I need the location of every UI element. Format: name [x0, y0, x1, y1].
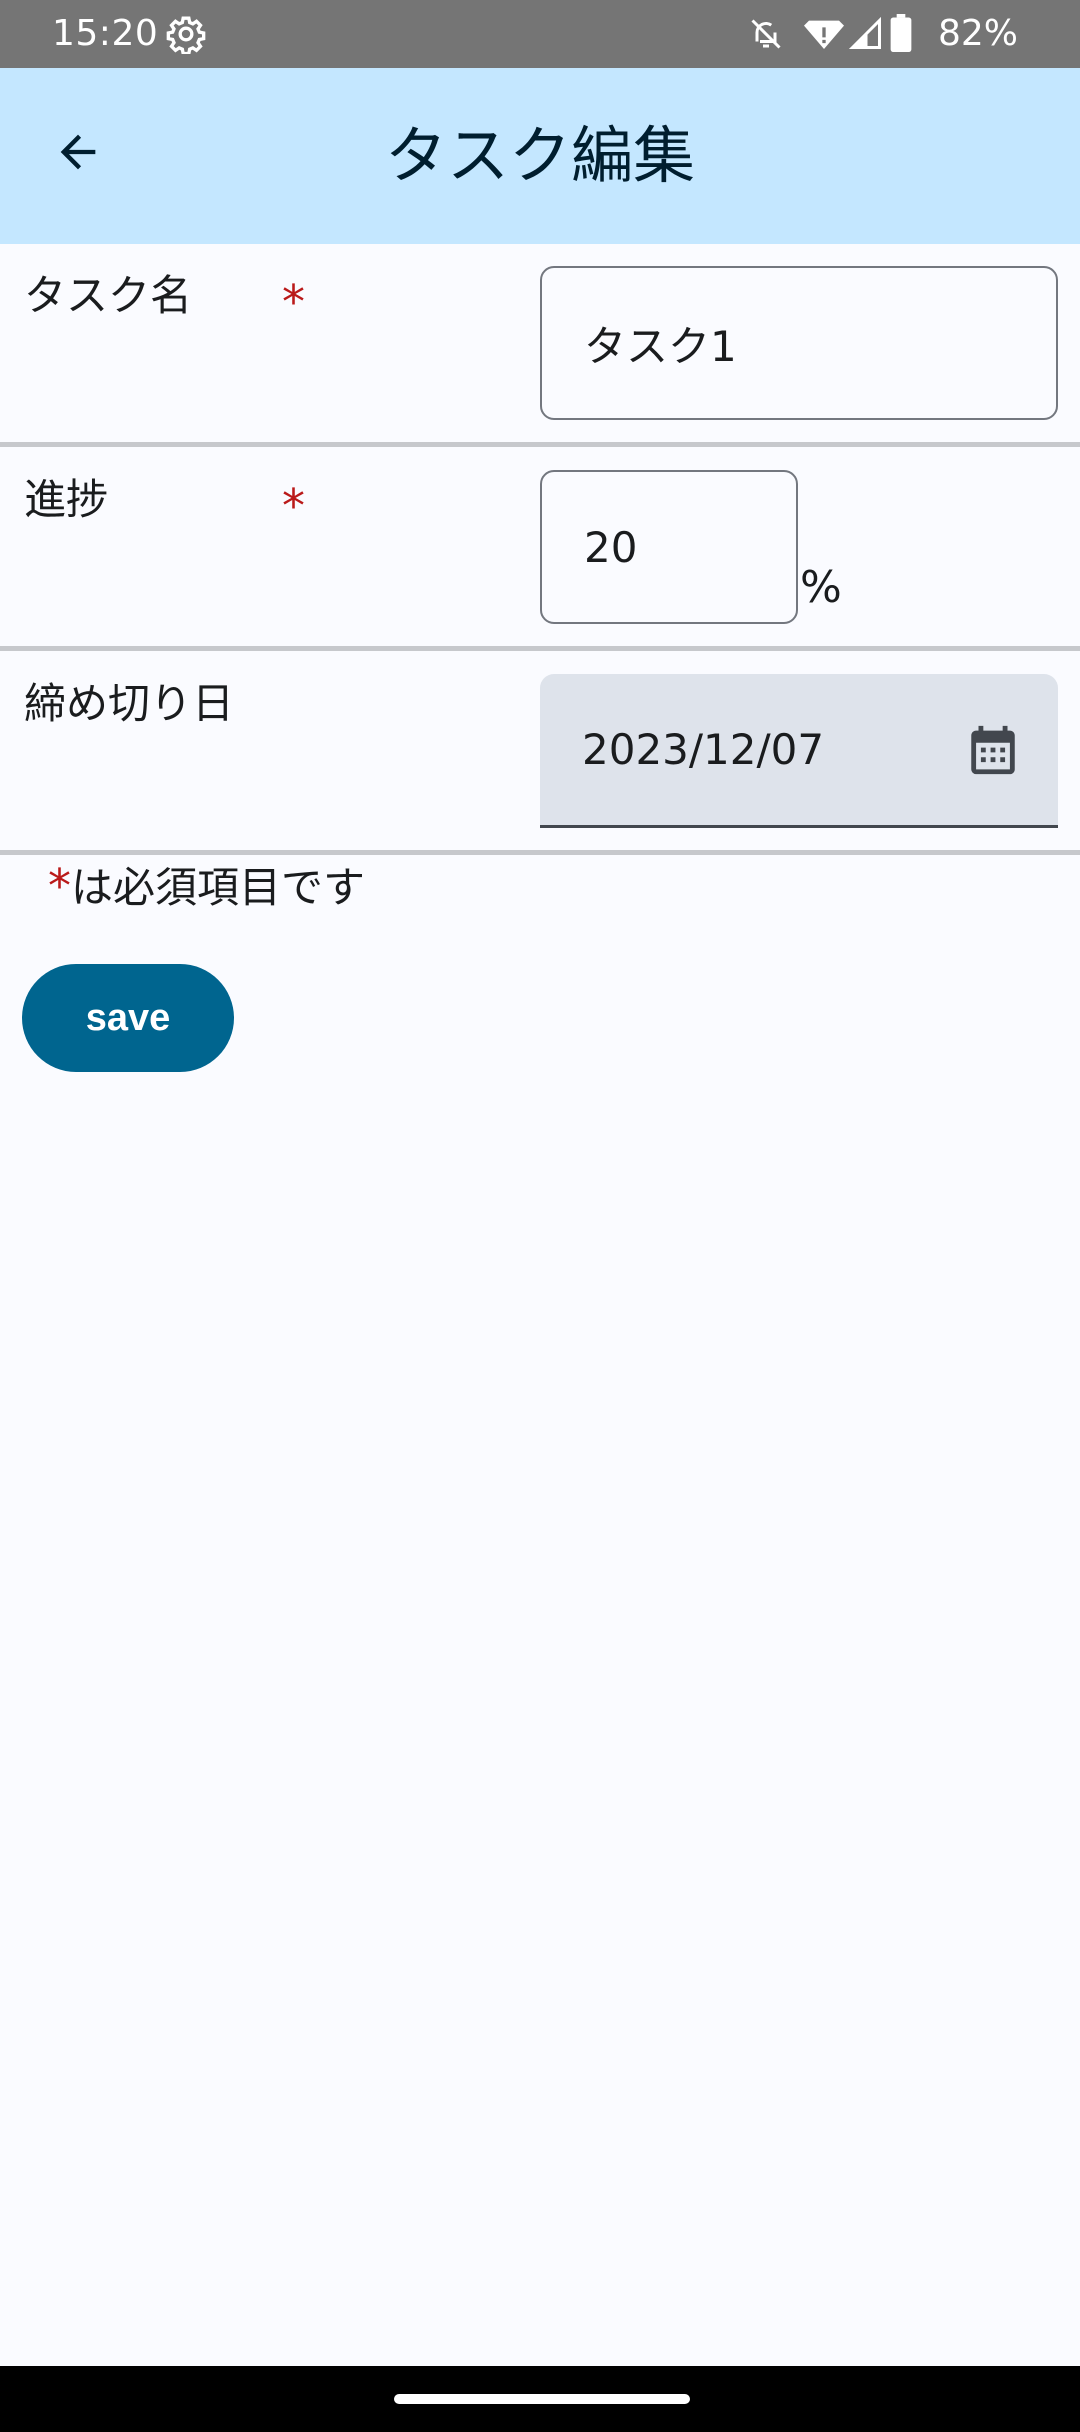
divider [0, 646, 1080, 651]
required-mark: * [282, 275, 305, 329]
required-note-text: は必須項目です [71, 863, 366, 912]
page-title: タスク編集 [384, 119, 695, 192]
navigation-bar [0, 2366, 1080, 2432]
required-note-mark: * [48, 859, 71, 913]
deadline-label: 締め切り日 [24, 679, 235, 728]
task-name-input[interactable] [540, 266, 1058, 420]
home-indicator[interactable] [394, 2394, 690, 2404]
signal-icon [848, 16, 881, 49]
deadline-date-field[interactable]: 2023/12/07 [540, 674, 1058, 828]
battery-percentage: 82% [938, 13, 1019, 54]
progress-input[interactable] [540, 470, 798, 624]
calendar-icon[interactable] [964, 720, 1022, 780]
save-button[interactable]: save [22, 964, 234, 1072]
required-mark: * [282, 479, 305, 533]
bell-off-icon [751, 19, 781, 49]
divider [0, 442, 1080, 447]
deadline-date-value: 2023/12/07 [582, 725, 825, 774]
required-note: *は必須項目です [48, 858, 365, 916]
battery-icon [890, 14, 912, 52]
status-time: 15:20 [52, 13, 159, 54]
settings-gear-icon [166, 16, 206, 54]
divider [0, 850, 1080, 855]
progress-label: 進捗 [24, 475, 109, 524]
wifi-icon [804, 20, 844, 49]
task-name-label: タスク名 [24, 271, 193, 320]
status-bar: 15:20 82% [0, 0, 1080, 68]
percent-unit: % [800, 562, 842, 613]
